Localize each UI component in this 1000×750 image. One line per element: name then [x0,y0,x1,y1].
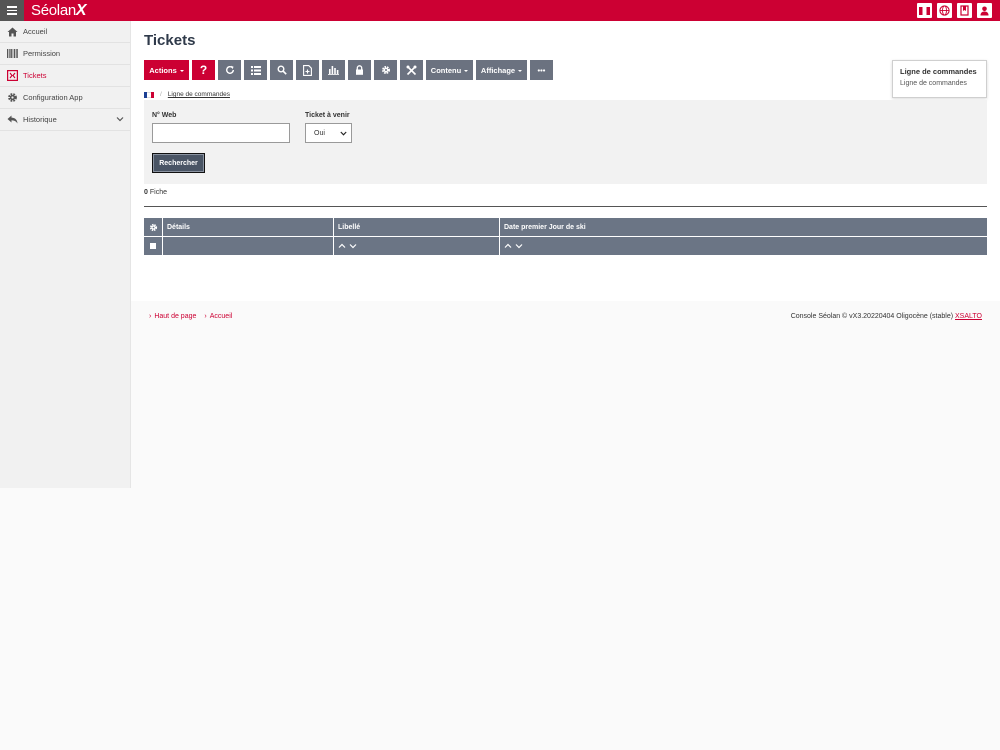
gear-icon [381,66,390,74]
table-settings-icon[interactable] [144,218,163,236]
sidebar-item-tickets[interactable]: Tickets [0,65,130,87]
globe-icon[interactable] [937,3,952,18]
tools-icon [406,65,417,75]
more-options-button[interactable]: ••• [530,60,553,80]
sidebar: Accueil Permission Tickets Configuration… [0,21,131,488]
result-count: 0 Fiche [144,189,167,196]
sidebar-item-permission[interactable]: Permission [0,43,130,65]
column-header-libelle[interactable]: Libellé [334,218,500,236]
back-to-top-label: Haut de page [154,313,197,320]
affichage-dropdown[interactable]: Affichage [476,60,527,80]
table-sort-row [144,237,987,256]
sort-cell-date [500,237,987,255]
bar-chart-icon [328,66,339,75]
table-header-row: Détails Libellé Date premier Jour de ski [144,218,987,237]
divider [144,206,987,207]
column-header-details[interactable]: Détails [163,218,334,236]
affichage-label: Affichage [480,65,516,75]
actions-button[interactable]: Actions [144,60,189,80]
help-label: ? [199,63,208,77]
select-all-checkbox[interactable] [144,237,163,255]
lock-button[interactable] [348,60,371,80]
list-icon [250,65,261,75]
sidebar-item-configuration-app[interactable]: Configuration App [0,87,130,109]
column-header-date[interactable]: Date premier Jour de ski [500,218,987,236]
sidebar-item-label: Historique [23,115,57,124]
user-icon[interactable] [977,3,992,18]
list-view-button[interactable] [244,60,267,80]
popup-subtitle: Ligne de commandes [900,80,967,87]
contenu-dropdown[interactable]: Contenu [426,60,473,80]
search-panel: N° Web Ticket à venir Oui Rechercher [144,100,987,184]
brand-name: Séolan [31,2,76,19]
breadcrumb-separator: / [160,91,162,98]
ticket-upcoming-select[interactable]: Oui [305,123,352,143]
web-number-label: N° Web [152,112,177,119]
page-title: Tickets [144,32,196,49]
result-count-label: Fiche [149,189,167,196]
company-link[interactable]: XSALTO [955,313,982,320]
toolbar: Actions ? Contenu Affichage ••• [144,60,553,80]
search-submit-button[interactable]: Rechercher [152,153,205,173]
statistics-button[interactable] [322,60,345,80]
sort-cell-libelle [334,237,500,255]
breadcrumb: / Ligne de commandes [144,91,230,98]
main-content: Tickets Actions ? Contenu Affichage ••• [131,21,1000,301]
sidebar-item-label: Tickets [23,71,47,80]
refresh-button[interactable] [218,60,241,80]
language-flag-icon[interactable] [917,3,932,18]
top-bar: SéolanX [0,0,1000,21]
lock-icon [356,65,363,75]
gear-icon [7,92,18,103]
sidebar-item-accueil[interactable]: Accueil [0,21,130,43]
tickets-icon [7,70,18,81]
brand-logo[interactable]: SéolanX [31,1,87,20]
sidebar-item-label: Permission [23,49,61,58]
breadcrumb-link[interactable]: Ligne de commandes [168,91,230,98]
sidebar-item-historique[interactable]: Historique [0,109,130,131]
settings-button[interactable] [374,60,397,80]
sort-up-icon[interactable] [338,243,346,249]
sidebar-item-label: Accueil [23,27,48,36]
footer: › Haut de page › Accueil Console Séolan © … [131,301,1000,331]
select-value: Oui [314,129,325,137]
footer-home-label: Accueil [209,313,233,320]
contenu-label: Contenu [430,65,462,75]
sort-cell-details [163,237,334,255]
ticket-upcoming-label: Ticket à venir [305,112,350,119]
web-number-input[interactable] [152,123,290,143]
search-button[interactable] [270,60,293,80]
popup-title: Ligne de commandes [900,67,977,76]
new-document-button[interactable] [296,60,319,80]
footer-home-link[interactable]: › Accueil [204,313,232,320]
results-table: Détails Libellé Date premier Jour de ski [144,218,987,256]
french-flag-icon [144,91,154,98]
refresh-icon [225,65,234,74]
chevron-down-icon [340,131,347,138]
barcode-icon [7,48,18,59]
actions-label: Actions [149,65,177,75]
reply-icon [7,114,18,125]
command-line-popup: Ligne de commandes Ligne de commandes [892,60,987,98]
version-text: Console Séolan © vX3.20220404 Oligocène … [790,313,954,320]
sidebar-item-label: Configuration App [23,93,83,102]
back-to-top-link[interactable]: › Haut de page [149,313,196,320]
bookmark-icon[interactable] [957,3,972,18]
result-count-number: 0 [144,189,148,196]
more-label: ••• [537,65,546,75]
brand-suffix: X [75,2,87,19]
home-icon [7,26,18,37]
sort-down-icon[interactable] [349,243,357,249]
search-icon [277,65,287,75]
chevron-down-icon[interactable] [116,115,124,124]
hamburger-menu-icon[interactable] [0,0,24,21]
sort-down-icon[interactable] [515,243,523,249]
help-button[interactable]: ? [192,60,215,80]
tools-button[interactable] [400,60,423,80]
sort-up-icon[interactable] [504,243,512,249]
new-file-icon [303,64,312,76]
version-info: Console Séolan © vX3.20220404 Oligocène … [791,313,982,320]
